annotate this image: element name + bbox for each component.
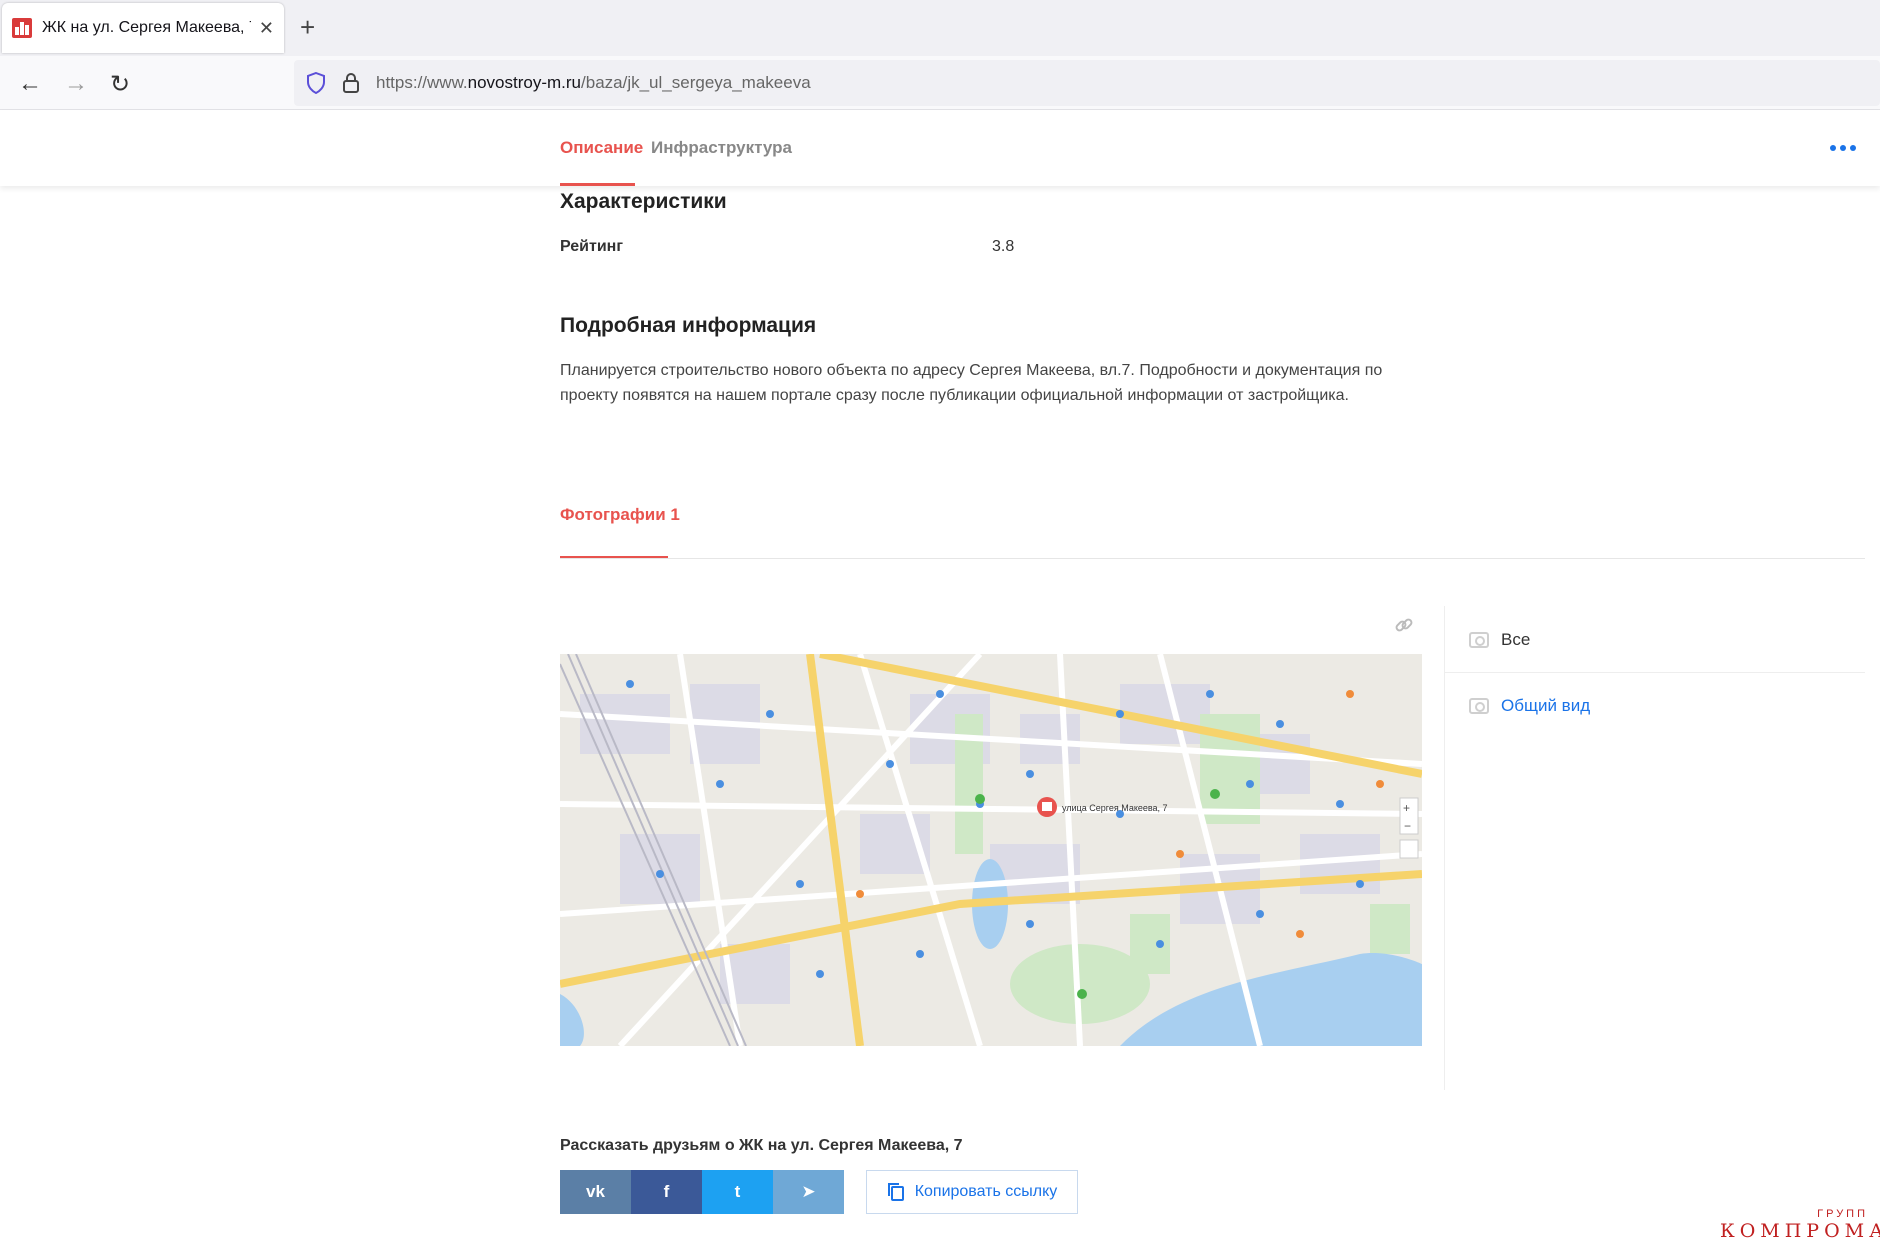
camera-icon <box>1469 632 1489 648</box>
share-telegram-button[interactable]: ➤ <box>773 1170 844 1214</box>
copy-link-button[interactable]: Копировать ссылку <box>866 1170 1078 1214</box>
link-icon[interactable] <box>1393 614 1415 636</box>
tab-title: ЖК на ул. Сергея Макеева, 7 - <box>42 19 251 36</box>
details-heading: Подробная информация <box>560 314 817 337</box>
share-vk-button[interactable]: vk <box>560 1170 631 1214</box>
photo-filter-panel: Все Общий вид <box>1444 606 1865 1090</box>
filter-divider <box>1445 672 1865 673</box>
tab-photos[interactable]: Фотографии 1 <box>560 505 680 525</box>
rating-label: Рейтинг <box>560 238 624 255</box>
filter-general-view-label: Общий вид <box>1501 696 1591 715</box>
address-bar[interactable]: https://www.novostroy-m.ru/baza/jk_ul_se… <box>294 60 1880 106</box>
share-buttons: vk f t ➤ <box>560 1170 844 1214</box>
share-facebook-button[interactable]: f <box>631 1170 702 1214</box>
copy-link-label: Копировать ссылку <box>914 1183 1058 1200</box>
back-arrow-icon[interactable]: ← <box>18 70 42 98</box>
browser-tab-bar: ЖК на ул. Сергея Макеева, 7 - ✕ + <box>0 0 1880 56</box>
site-favicon-icon <box>12 18 32 38</box>
share-heading: Рассказать друзьям о ЖК на ул. Сергея Ма… <box>560 1137 963 1154</box>
svg-text:−: − <box>1404 819 1411 833</box>
browser-tab[interactable]: ЖК на ул. Сергея Макеева, 7 - ✕ <box>2 3 284 53</box>
lock-icon[interactable] <box>342 72 360 94</box>
shield-icon[interactable] <box>306 72 326 94</box>
new-tab-button[interactable]: + <box>300 12 315 43</box>
watermark-top-text: ГРУПП <box>1817 1208 1868 1220</box>
characteristics-heading: Характеристики <box>560 190 727 213</box>
close-tab-icon[interactable]: ✕ <box>259 18 274 39</box>
svg-text:+: + <box>1403 801 1410 815</box>
rating-value: 3.8 <box>992 238 1015 255</box>
forward-arrow-icon[interactable]: → <box>64 70 88 98</box>
url-text: https://www.novostroy-m.ru/baza/jk_ul_se… <box>376 73 811 92</box>
active-tab-underline <box>560 183 635 186</box>
filter-all-label: Все <box>1501 630 1531 649</box>
tab-infrastructure[interactable]: Инфраструктура <box>651 138 792 158</box>
details-text: Планируется строительство нового объекта… <box>560 362 1383 404</box>
tab-description[interactable]: Описание <box>560 138 643 158</box>
watermark-main-text: КОМПРОМАТ <box>1720 1220 1880 1242</box>
filter-general-view[interactable]: Общий вид <box>1469 696 1590 716</box>
location-map[interactable]: + − улица Сергея Макеева, 7 <box>560 654 1422 1046</box>
watermark-logo: ГРУПП КОМПРОМАТ <box>1720 1208 1880 1252</box>
map-marker-label: улица Сергея Макеева, 7 <box>1062 803 1168 813</box>
photos-divider <box>560 558 1865 559</box>
filter-all[interactable]: Все <box>1469 630 1530 650</box>
browser-nav-bar: ← → ↻ https://www.novostroy-m.ru/baza/jk… <box>0 56 1880 110</box>
share-twitter-button[interactable]: t <box>702 1170 773 1214</box>
page-tabs: Описание Инфраструктура <box>0 110 1880 186</box>
more-options-icon[interactable] <box>1818 130 1868 166</box>
copy-icon <box>887 1183 904 1201</box>
camera-icon <box>1469 698 1489 714</box>
reload-icon[interactable]: ↻ <box>110 70 130 99</box>
